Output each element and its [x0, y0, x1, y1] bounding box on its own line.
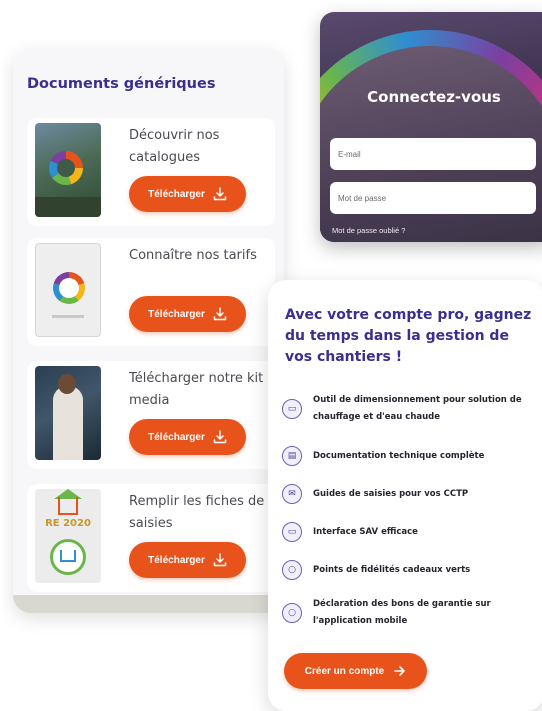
- folder-icon: ▭: [282, 399, 302, 419]
- document-item-catalogues: Découvrir nos catalogues Télécharger: [27, 118, 275, 226]
- download-button-label: Télécharger: [148, 308, 205, 320]
- download-icon: [213, 307, 227, 321]
- forgot-password-link[interactable]: Mot de passe oublié ?: [332, 226, 405, 235]
- feature-text: Outil de dimensionnement pour solution d…: [313, 395, 522, 422]
- catalog-cover-image: [35, 123, 101, 217]
- feature-item: ○ Points de fidélités cadeaux verts: [282, 560, 537, 580]
- feature-item: ▤ Documentation technique complète: [282, 446, 537, 466]
- feature-item: ▭ Outil de dimensionnement pour solution…: [282, 392, 537, 426]
- create-account-label: Créer un compte: [304, 665, 385, 677]
- feature-text: Guides de saisies pour vos CCTP: [313, 488, 469, 499]
- password-field[interactable]: Mot de passe: [330, 182, 536, 214]
- download-tarifs-button[interactable]: Télécharger: [129, 296, 246, 332]
- points-icon: ○: [282, 560, 302, 580]
- document-label: Remplir les fiches de saisies: [129, 494, 265, 531]
- document-item-tarifs: Connaître nos tarifs Télécharger: [27, 238, 275, 346]
- login-card: Connectez-vous E-mail Mot de passe Mot d…: [320, 12, 542, 242]
- arrow-right-icon: [394, 666, 406, 676]
- documents-title: Documents génériques: [27, 76, 216, 92]
- re2020-logo: RE 2020: [35, 489, 101, 583]
- feature-item: ○ Déclaration des bons de garantie sur l…: [282, 596, 537, 630]
- feature-text: Points de fidélités cadeaux verts: [313, 564, 471, 575]
- download-button-label: Télécharger: [148, 431, 205, 443]
- document-item-fiches-saisies: RE 2020 Remplir les fiches de saisies Té…: [27, 484, 275, 592]
- download-icon: [213, 553, 227, 567]
- feature-item: ▭ Interface SAV efficace: [282, 522, 537, 542]
- download-kit-media-button[interactable]: Télécharger: [129, 419, 246, 455]
- document-label: Télécharger notre kit media: [129, 371, 264, 408]
- document-icon: ▤: [282, 446, 302, 466]
- re2020-label: RE 2020: [45, 518, 91, 529]
- tarifs-cover-image: [35, 243, 101, 337]
- feature-text: Interface SAV efficace: [313, 526, 418, 537]
- document-label: Découvrir nos catalogues: [129, 128, 220, 165]
- document-label: Connaître nos tarifs: [129, 248, 257, 263]
- feature-text: Documentation technique complète: [313, 450, 485, 461]
- download-button-label: Télécharger: [148, 554, 205, 566]
- feature-text: Déclaration des bons de garantie sur l'a…: [313, 599, 491, 626]
- download-catalogues-button[interactable]: Télécharger: [129, 176, 246, 212]
- document-item-kit-media: Télécharger notre kit media Télécharger: [27, 361, 275, 469]
- feature-item: ✉ Guides de saisies pour vos CCTP: [282, 484, 537, 504]
- download-button-label: Télécharger: [148, 188, 205, 200]
- download-icon: [213, 187, 227, 201]
- download-fiches-button[interactable]: Télécharger: [129, 542, 246, 578]
- pro-account-title: Avec votre compte pro, gagnez du temps d…: [285, 307, 532, 365]
- create-account-button[interactable]: Créer un compte: [284, 653, 427, 689]
- guide-icon: ✉: [282, 484, 302, 504]
- email-field[interactable]: E-mail: [330, 138, 536, 170]
- warranty-icon: ○: [282, 603, 302, 623]
- pro-account-card: Avec votre compte pro, gagnez du temps d…: [268, 280, 542, 711]
- documents-card: Documents génériques Découvrir nos catal…: [13, 48, 284, 613]
- kit-media-photo: [35, 366, 101, 460]
- download-icon: [213, 430, 227, 444]
- login-title: Connectez-vous: [367, 88, 501, 106]
- service-icon: ▭: [282, 522, 302, 542]
